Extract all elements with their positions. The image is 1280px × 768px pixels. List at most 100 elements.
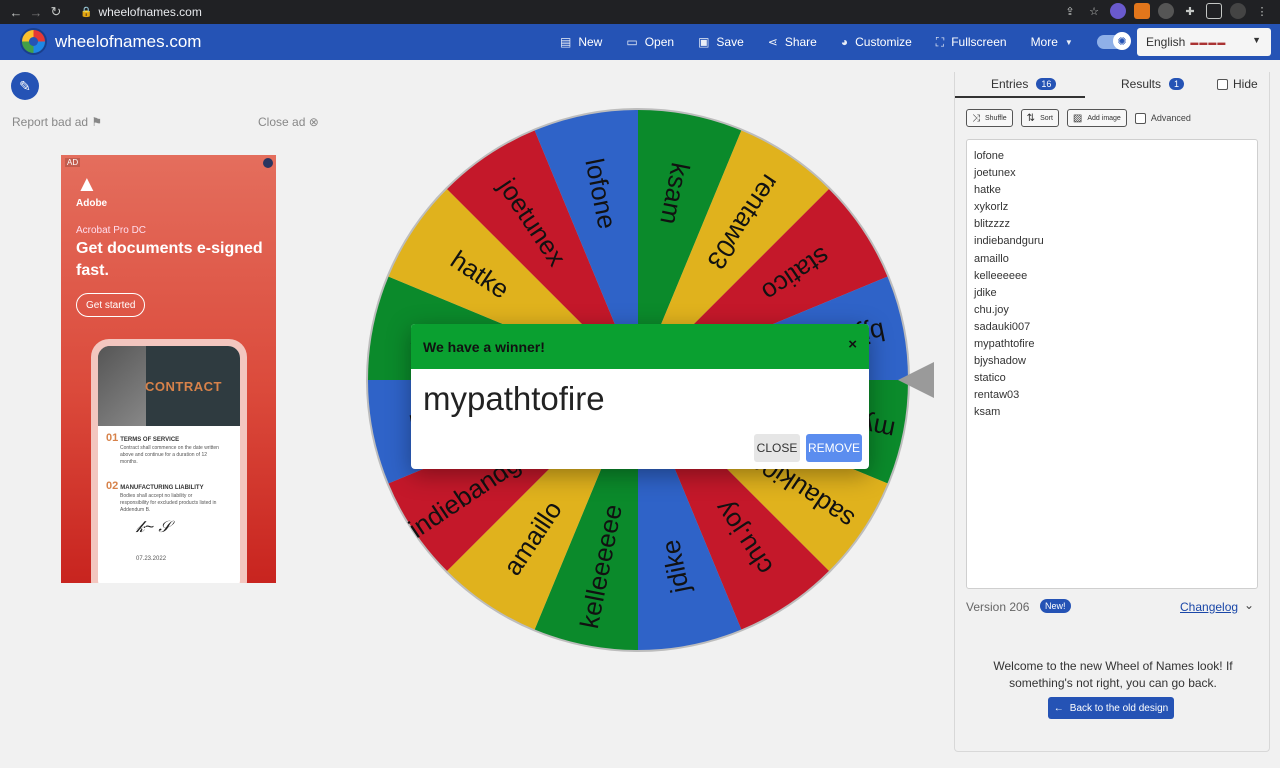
section-title: MANUFACTURING LIABILITY — [120, 485, 204, 491]
menu-customize-button[interactable]: ◕ Customize — [841, 35, 912, 49]
checkbox-icon[interactable] — [1217, 78, 1228, 90]
entry-line: xykorlz — [974, 201, 1009, 214]
entry-line: rentaw03 — [974, 389, 1020, 402]
close-ad-link[interactable]: Close ad ⊗ — [258, 115, 319, 129]
tab-label: Entries — [991, 77, 1029, 91]
folder-icon: ▭ — [626, 35, 638, 49]
close-circle-icon: ⊗ — [308, 115, 319, 129]
winner-dialog-header: We have a winner! × — [411, 324, 869, 369]
ad-product: Acrobat Pro DC — [76, 225, 147, 236]
version-label: Version 206 — [966, 600, 1030, 614]
wheel-pointer-icon — [898, 362, 934, 398]
entry-line: joetunex — [974, 167, 1016, 180]
advanced-label: Advanced — [1150, 113, 1191, 123]
menu-share-button[interactable]: ⋖ Share — [768, 35, 817, 49]
share-icon: ⋖ — [767, 35, 778, 49]
ad-headline: Get documents e-signed fast. — [76, 240, 263, 279]
section-number: 01 — [106, 432, 119, 444]
extension-icon[interactable] — [1110, 3, 1126, 19]
phone-screen: CONTRACT 01 TERMS OF SERVICE Contract sha… — [98, 346, 240, 583]
tool-label: Shuffle — [985, 114, 1007, 122]
advertisement[interactable]: AD ▲ Adobe Acrobat Pro DC Get documents … — [61, 155, 276, 583]
entry-line: indiebandguru — [974, 235, 1044, 248]
entry-line: sadauki007 — [974, 320, 1031, 333]
report-ad-label: Report bad ad — [12, 115, 89, 129]
app-header: wheelofnames.com ▤ New ▭ Open ▣ Save ⋖ Share… — [0, 24, 1280, 60]
tab-entries[interactable]: Entries 16 — [991, 77, 1057, 91]
tab-results[interactable]: Results 1 — [1121, 77, 1185, 91]
count-badge: 1 — [1169, 78, 1185, 90]
close-icon[interactable]: × — [848, 336, 857, 353]
arrow-left-icon: ← — [1053, 702, 1064, 714]
menu-fullscreen-button[interactable]: ⛶ Fullscreen — [936, 35, 1007, 50]
winner-dialog-title: We have a winner! — [423, 338, 545, 355]
profile-icon[interactable] — [1230, 3, 1246, 19]
close-button[interactable]: CLOSE — [754, 434, 800, 462]
language-label: English — [1146, 35, 1186, 49]
winner-name: mypathtofire — [423, 380, 605, 417]
remove-button[interactable]: REMOVE — [806, 434, 862, 462]
entry-line: ksam — [974, 406, 1001, 419]
entry-line: mypathtofire — [974, 338, 1035, 351]
sidebar-icon[interactable] — [1206, 3, 1222, 19]
extension-fox-icon[interactable] — [1134, 3, 1150, 19]
section-number: 02 — [106, 480, 119, 492]
lock-icon: 🔒 — [80, 6, 93, 18]
caret-down-icon: ▼ — [1064, 37, 1073, 47]
winner-dialog: We have a winner! × mypathtofire CLOSE R… — [411, 324, 869, 469]
menu-label: Customize — [855, 35, 912, 49]
ad-cta-button[interactable]: Get started — [76, 293, 146, 317]
menu-label: Save — [716, 35, 744, 49]
advanced-checkbox[interactable]: Advanced — [1134, 112, 1191, 124]
entry-line: blitzzzz — [974, 218, 1011, 231]
checkbox-icon[interactable] — [1134, 112, 1146, 124]
menu-save-button[interactable]: ▣ Save — [698, 35, 744, 49]
report-ad-link[interactable]: Report bad ad ⚑ — [12, 115, 102, 129]
wheel-logo-icon[interactable] — [20, 28, 47, 55]
flags-icon: ▬▬▬▬ — [1190, 37, 1227, 47]
adobe-logo-icon: ▲ — [76, 171, 98, 196]
sort-button[interactable]: ⇅ Sort — [1020, 109, 1059, 127]
back-icon[interactable]: ← — [6, 5, 26, 20]
puzzle-icon[interactable]: ✚ — [1182, 3, 1198, 19]
flag-icon: ⚑ — [91, 115, 103, 129]
entries-toolbar: ⤨ Shuffle ⇅ Sort ▨ Add image Advanced — [966, 109, 1191, 127]
main-menu: ▤ New ▭ Open ▣ Save ⋖ Share ◕ Customize ⛶ Full… — [560, 24, 1097, 60]
entry-line: statico — [974, 372, 1006, 385]
fullscreen-icon: ⛶ — [935, 34, 945, 49]
language-select[interactable]: English ▬▬▬▬ ▼ — [1137, 28, 1271, 56]
forward-icon[interactable]: → — [26, 5, 46, 20]
menu-new-button[interactable]: ▤ New — [560, 35, 602, 49]
extension-icon[interactable] — [1158, 3, 1174, 19]
share-page-icon[interactable]: ⇪ — [1062, 3, 1078, 19]
back-button-label: Back to the old design — [1069, 702, 1169, 714]
dark-mode-toggle[interactable]: ✺ — [1097, 32, 1131, 50]
hide-label: Hide — [1233, 77, 1258, 91]
entries-panel: Entries 16 Results 1 Hide ⤨ Shuffle ⇅ Sort… — [954, 72, 1270, 752]
menu-label: Fullscreen — [951, 35, 1007, 49]
address-bar[interactable]: wheelofnames.com — [98, 5, 201, 19]
menu-more-button[interactable]: More ▼ — [1031, 35, 1073, 49]
add-image-button[interactable]: ▨ Add image — [1066, 109, 1127, 127]
sort-icon: ⇅ — [1026, 112, 1036, 124]
entries-textarea[interactable]: lofone joetunex hatke xykorlz blitzzzz indieb… — [966, 139, 1258, 589]
bookmark-star-icon[interactable]: ☆ — [1086, 3, 1102, 19]
reload-icon[interactable]: ↻ — [46, 4, 66, 20]
brand-title[interactable]: wheelofnames.com — [55, 32, 201, 52]
floppy-icon: ▣ — [698, 35, 710, 49]
count-badge: 16 — [1036, 78, 1057, 90]
new-badge: New! — [1040, 599, 1071, 613]
section-title: TERMS OF SERVICE — [120, 437, 180, 443]
changelog-link[interactable]: Changelog — [1180, 600, 1238, 614]
menu-label: More — [1030, 35, 1058, 49]
menu-label: Open — [644, 35, 675, 49]
chevron-down-icon[interactable]: ⌄ — [1244, 598, 1254, 612]
hide-checkbox[interactable]: Hide — [1217, 77, 1258, 91]
menu-open-button[interactable]: ▭ Open — [626, 35, 674, 49]
back-to-old-design-button[interactable]: ← Back to the old design — [1048, 697, 1174, 719]
shuffle-button[interactable]: ⤨ Shuffle — [966, 109, 1013, 127]
kebab-menu-icon[interactable]: ⋮ — [1254, 3, 1270, 19]
signature-image: 𝓀~ 𝒮 — [136, 519, 171, 536]
edit-pencil-button[interactable]: ✎ — [11, 72, 39, 100]
adchoices-icon[interactable] — [263, 158, 273, 168]
